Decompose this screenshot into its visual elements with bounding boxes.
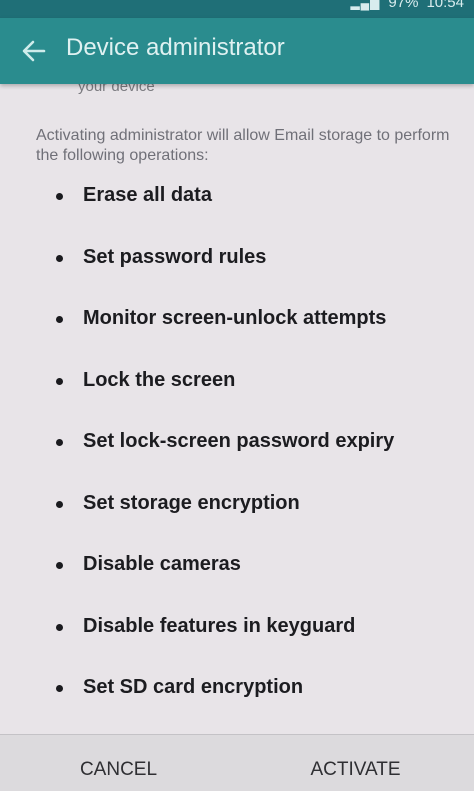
operation-label: Erase all data (83, 184, 212, 206)
bullet (56, 377, 63, 385)
status-time: 10:54 (426, 0, 464, 11)
activate-button[interactable]: ACTIVATE (237, 735, 474, 791)
bullet (56, 193, 63, 200)
list-item: Monitor screen-unlock attempts (0, 305, 474, 367)
cancel-button[interactable]: CANCEL (0, 735, 237, 791)
operation-label: Set storage encryption (83, 491, 300, 514)
operation-label: Set SD card encryption (83, 676, 304, 698)
intro-text: Activating administrator will allow Emai… (36, 127, 450, 164)
list-item: Erase all data (0, 182, 474, 244)
status-bar: ▂▄▆ 97% 10:54 (0, 0, 474, 18)
list-item: Set SD card encryption (0, 674, 474, 734)
operations-list: Erase all data Set password rules Monito… (0, 182, 474, 734)
operation-label: Monitor screen-unlock attempts (83, 307, 387, 329)
list-item: Lock the screen (0, 367, 474, 429)
list-item: Disable cameras (0, 551, 474, 613)
app-bar: Device administrator (0, 18, 474, 84)
operation-label: Disable cameras (83, 553, 241, 575)
arrow-back-icon[interactable] (20, 37, 48, 65)
bullet (56, 254, 63, 262)
bullet (56, 316, 63, 323)
operation-label: Set password rules (83, 245, 267, 268)
list-item: Set password rules (0, 244, 474, 306)
bullet (56, 623, 63, 631)
operation-label: Disable features in keyguard (83, 614, 356, 637)
list-item: Disable features in keyguard (0, 613, 474, 675)
page-title: Device administrator (66, 34, 285, 61)
dialog-button-bar: CANCEL ACTIVATE (0, 734, 474, 791)
screen: ▂▄▆ 97% 10:54 Device administrator your … (0, 0, 474, 791)
battery-level: 97% (388, 0, 419, 11)
status-icons: ▂▄▆ 97% 10:54 (350, 0, 464, 11)
bullet (56, 500, 63, 508)
signal-icon: ▂▄▆ (350, 0, 381, 10)
operation-label: Lock the screen (83, 368, 236, 391)
operation-label: Set lock-screen password expiry (83, 430, 395, 452)
bullet (56, 685, 63, 692)
content-scroll-area[interactable]: your device Activating administrator wil… (0, 84, 474, 734)
list-item: Set storage encryption (0, 490, 474, 552)
list-item: Set lock-screen password expiry (0, 428, 474, 490)
bullet (56, 562, 63, 569)
bullet (56, 439, 63, 446)
cut-off-description: your device (78, 84, 155, 95)
